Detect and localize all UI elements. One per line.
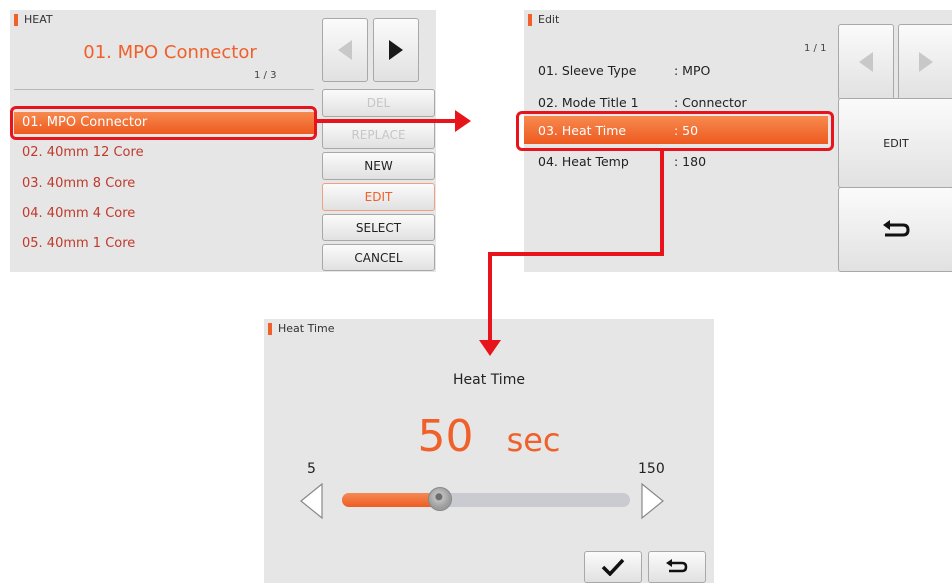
arrow-head-right-icon	[455, 110, 471, 132]
row-name-heat-temp: 04. Heat Temp	[538, 154, 629, 169]
header-accent	[528, 14, 532, 26]
arrow-line-to-edit	[317, 119, 457, 123]
replace-button[interactable]: REPLACE	[322, 120, 435, 149]
row-value-mode-title: : Connector	[674, 95, 747, 110]
heat-list-panel: HEAT 01. MPO Connector 1 / 3 01. MPO Con…	[10, 10, 436, 272]
list-item-40mm-1-core[interactable]: 05. 40mm 1 Core	[14, 233, 314, 255]
cancel-button[interactable]: CANCEL	[322, 244, 435, 271]
arrow-head-down-icon	[479, 340, 501, 356]
left-triangle-icon	[300, 482, 323, 520]
page-indicator: 1 / 3	[254, 70, 277, 81]
list-item-40mm-4-core[interactable]: 04. 40mm 4 Core	[14, 203, 314, 225]
connector-horizontal	[488, 252, 664, 256]
back-button[interactable]	[838, 187, 952, 272]
return-icon	[666, 559, 688, 573]
right-triangle-icon	[641, 482, 664, 520]
next-page-button[interactable]	[373, 18, 419, 82]
heat-mode-title: 01. MPO Connector	[83, 42, 257, 63]
right-arrow-icon	[389, 40, 403, 60]
divider	[14, 89, 314, 90]
heat-time-number: 50	[417, 411, 474, 462]
slider-min-label: 5	[307, 461, 316, 477]
back-button[interactable]	[648, 551, 706, 583]
row-name-sleeve-type: 01. Sleeve Type	[538, 63, 637, 78]
select-button[interactable]: SELECT	[322, 214, 435, 241]
panel-header-title: Edit	[538, 13, 560, 26]
del-button[interactable]: DEL	[322, 89, 435, 117]
panel-header-title: Heat Time	[278, 322, 335, 335]
connector-vertical-1	[660, 150, 664, 256]
prev-page-button[interactable]	[838, 24, 894, 100]
row-name-mode-title: 02. Mode Title 1	[538, 95, 639, 110]
heat-time-panel: Heat Time Heat Time 50 sec 5 150	[264, 319, 714, 583]
list-item-40mm-12-core[interactable]: 02. 40mm 12 Core	[14, 142, 314, 164]
decrease-button[interactable]	[298, 482, 324, 520]
new-button[interactable]: NEW	[322, 152, 435, 180]
header-accent	[268, 323, 272, 335]
next-page-button[interactable]	[898, 24, 952, 100]
slider-fill	[342, 493, 439, 507]
heat-time-label: Heat Time	[453, 372, 525, 388]
edit-button[interactable]: EDIT	[322, 183, 435, 211]
row-value-sleeve-type: : MPO	[674, 63, 711, 78]
edit-button[interactable]: EDIT	[838, 98, 952, 188]
slider-max-label: 150	[638, 461, 665, 477]
list-item-40mm-8-core[interactable]: 03. 40mm 8 Core	[14, 173, 314, 195]
highlight-heat-time	[516, 111, 834, 151]
heat-time-value: 50 sec	[264, 411, 714, 462]
heat-time-slider[interactable]	[342, 487, 630, 511]
confirm-button[interactable]	[584, 551, 642, 583]
prev-page-button[interactable]	[322, 18, 368, 82]
check-icon	[601, 558, 625, 576]
connector-vertical-2	[488, 252, 492, 344]
heat-time-unit: sec	[506, 421, 561, 459]
header-accent	[14, 14, 18, 26]
left-arrow-icon	[338, 40, 352, 60]
highlight-mpo-connector	[10, 106, 317, 140]
page-indicator: 1 / 1	[804, 43, 827, 54]
right-arrow-icon	[919, 52, 933, 72]
slider-thumb[interactable]	[428, 487, 453, 511]
left-arrow-icon	[859, 52, 873, 72]
row-value-heat-temp: : 180	[674, 154, 707, 169]
return-icon	[883, 219, 910, 236]
panel-header-title: HEAT	[24, 13, 53, 26]
increase-button[interactable]	[640, 482, 666, 520]
